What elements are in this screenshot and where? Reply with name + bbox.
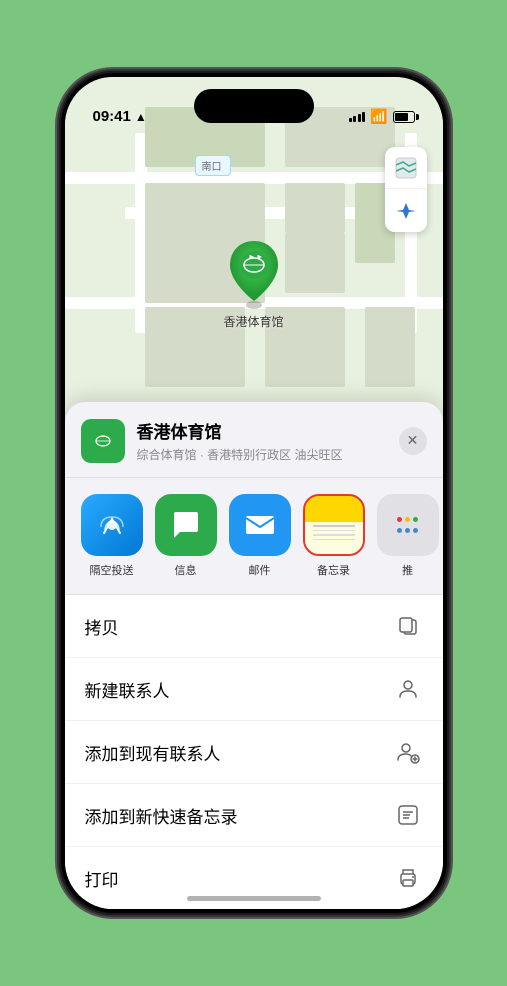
signal-bars-icon — [349, 112, 366, 122]
message-icon[interactable] — [155, 494, 217, 556]
new-contact-label: 新建联系人 — [85, 677, 170, 702]
share-item-notes[interactable]: 备忘录 — [303, 494, 365, 578]
notes-label: 备忘录 — [317, 562, 350, 578]
marker-label: 香港体育馆 — [223, 313, 283, 330]
new-contact-icon — [393, 674, 423, 704]
place-info: 香港体育馆 综合体育馆 · 香港特别行政区 油尖旺区 — [137, 418, 399, 463]
location-arrow-icon: ▲ — [135, 110, 147, 124]
bottom-sheet: 香港体育馆 综合体育馆 · 香港特别行政区 油尖旺区 ✕ — [65, 402, 443, 909]
action-list: 拷贝 新建联系人 — [65, 594, 443, 909]
action-row-quick-note[interactable]: 添加到新快速备忘录 — [65, 784, 443, 847]
share-item-message[interactable]: 信息 — [155, 494, 217, 578]
airdrop-label: 隔空投送 — [90, 562, 134, 578]
home-indicator — [187, 896, 321, 901]
airdrop-icon[interactable] — [81, 494, 143, 556]
action-row-copy[interactable]: 拷贝 — [65, 595, 443, 658]
place-icon — [81, 419, 125, 463]
place-name: 香港体育馆 — [137, 418, 399, 443]
marker-pin-icon — [222, 237, 286, 309]
quick-note-label: 添加到新快速备忘录 — [85, 803, 238, 828]
wifi-icon: 📶 — [370, 108, 387, 125]
notes-icon[interactable] — [303, 494, 365, 556]
battery-icon — [393, 111, 415, 123]
add-contact-icon — [393, 737, 423, 767]
location-marker: 香港体育馆 — [222, 237, 286, 330]
more-label: 推 — [402, 562, 413, 578]
action-row-new-contact[interactable]: 新建联系人 — [65, 658, 443, 721]
map-label: 南口 — [195, 155, 231, 176]
status-icons: 📶 — [349, 108, 415, 125]
more-icon[interactable] — [377, 494, 439, 556]
mail-icon[interactable] — [229, 494, 291, 556]
phone-screen: 09:41 ▲ 📶 — [65, 77, 443, 909]
copy-icon — [393, 611, 423, 641]
quick-note-icon — [393, 800, 423, 830]
add-contact-label: 添加到现有联系人 — [85, 740, 221, 765]
message-label: 信息 — [175, 562, 197, 578]
close-button[interactable]: ✕ — [399, 427, 427, 455]
phone-frame: 09:41 ▲ 📶 — [59, 71, 449, 915]
action-row-add-contact[interactable]: 添加到现有联系人 — [65, 721, 443, 784]
dynamic-island — [194, 89, 314, 123]
map-type-button[interactable] — [385, 147, 427, 189]
map-controls[interactable] — [385, 147, 427, 232]
copy-label: 拷贝 — [85, 614, 119, 639]
status-time: 09:41 — [93, 108, 131, 125]
print-icon — [393, 863, 423, 893]
share-item-airdrop[interactable]: 隔空投送 — [81, 494, 143, 578]
share-row: 隔空投送 信息 — [65, 478, 443, 594]
place-header: 香港体育馆 综合体育馆 · 香港特别行政区 油尖旺区 ✕ — [65, 418, 443, 478]
location-button[interactable] — [385, 190, 427, 232]
place-subtitle: 综合体育馆 · 香港特别行政区 油尖旺区 — [137, 446, 399, 463]
share-item-mail[interactable]: 邮件 — [229, 494, 291, 578]
close-icon: ✕ — [407, 432, 419, 449]
share-item-more[interactable]: 推 — [377, 494, 439, 578]
print-label: 打印 — [85, 866, 119, 891]
mail-label: 邮件 — [249, 562, 271, 578]
